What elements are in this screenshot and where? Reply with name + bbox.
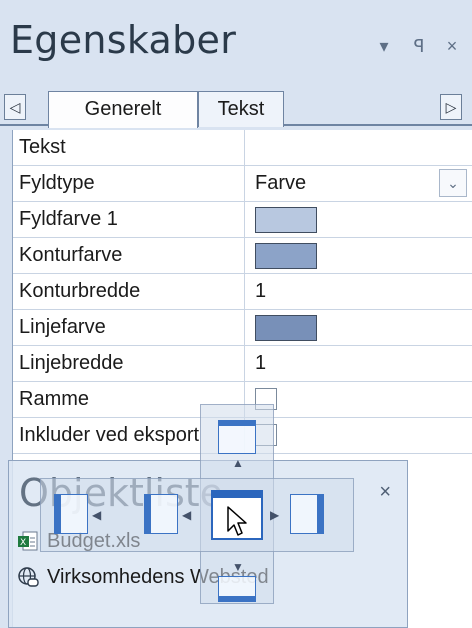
object-list-title: Objektliste: [19, 471, 224, 515]
panel-header[interactable]: Egenskaber ▾ ꟼ ×: [0, 0, 472, 74]
property-name: Konturbredde: [13, 274, 245, 309]
property-name: Linjebredde: [13, 346, 245, 381]
property-name: Fyldfarve 1: [13, 202, 245, 237]
object-list-item-label: Virksomhedens Websted: [47, 566, 269, 588]
property-row-ramme[interactable]: Ramme: [13, 382, 472, 418]
property-value[interactable]: 1: [255, 346, 266, 381]
chevron-down-icon[interactable]: ⌄: [439, 169, 467, 197]
line-color-swatch[interactable]: [255, 315, 317, 341]
include-export-checkbox[interactable]: [255, 424, 277, 446]
close-icon[interactable]: ×: [442, 36, 462, 56]
property-name: Ramme: [13, 382, 245, 417]
tab-tekst[interactable]: Tekst: [198, 91, 284, 127]
tab-strip: ◁ Generelt Tekst ▷: [0, 88, 472, 128]
property-value[interactable]: 1: [255, 274, 266, 309]
property-name: Konturfarve: [13, 238, 245, 273]
panel-menu-dropdown-icon[interactable]: ▾: [374, 36, 394, 56]
property-name: Fyldtype: [13, 166, 245, 201]
object-list-item-label: Budget.xls: [47, 530, 141, 552]
property-row-linjebredde[interactable]: Linjebredde 1: [13, 346, 472, 382]
panel-title: Egenskaber: [10, 18, 237, 62]
property-name: Linjefarve: [13, 310, 245, 345]
pin-icon[interactable]: ꟼ: [409, 36, 429, 56]
property-row-inkluder-ved-eksport[interactable]: Inkluder ved eksport: [13, 418, 472, 454]
close-icon[interactable]: ×: [379, 481, 391, 504]
object-list-item-budget[interactable]: X Budget.xls: [17, 527, 140, 555]
tab-scroll-left-button[interactable]: ◁: [4, 94, 26, 120]
frame-checkbox[interactable]: [255, 388, 277, 410]
property-name: Tekst: [13, 130, 245, 165]
svg-text:X: X: [20, 538, 26, 548]
property-row-fyldfarve-1[interactable]: Fyldfarve 1: [13, 202, 472, 238]
tab-generelt[interactable]: Generelt: [48, 91, 198, 128]
property-row-linjefarve[interactable]: Linjefarve: [13, 310, 472, 346]
tab-scroll-right-button[interactable]: ▷: [440, 94, 462, 120]
property-row-fyldtype[interactable]: Fyldtype Farve ⌄: [13, 166, 472, 202]
property-row-konturbredde[interactable]: Konturbredde 1: [13, 274, 472, 310]
property-name: Inkluder ved eksport: [13, 418, 245, 453]
fill-type-select[interactable]: Farve: [255, 166, 306, 201]
property-row-konturfarve[interactable]: Konturfarve: [13, 238, 472, 274]
outline-color-swatch[interactable]: [255, 243, 317, 269]
web-link-icon: [18, 567, 39, 587]
fill-color-swatch[interactable]: [255, 207, 317, 233]
property-row-tekst[interactable]: Tekst: [13, 130, 472, 166]
excel-file-icon: X: [18, 531, 38, 551]
object-list-panel[interactable]: Objektliste × X Budget.xls Virksomhedens…: [8, 460, 408, 628]
object-list-item-websted[interactable]: Virksomhedens Websted: [17, 563, 269, 591]
